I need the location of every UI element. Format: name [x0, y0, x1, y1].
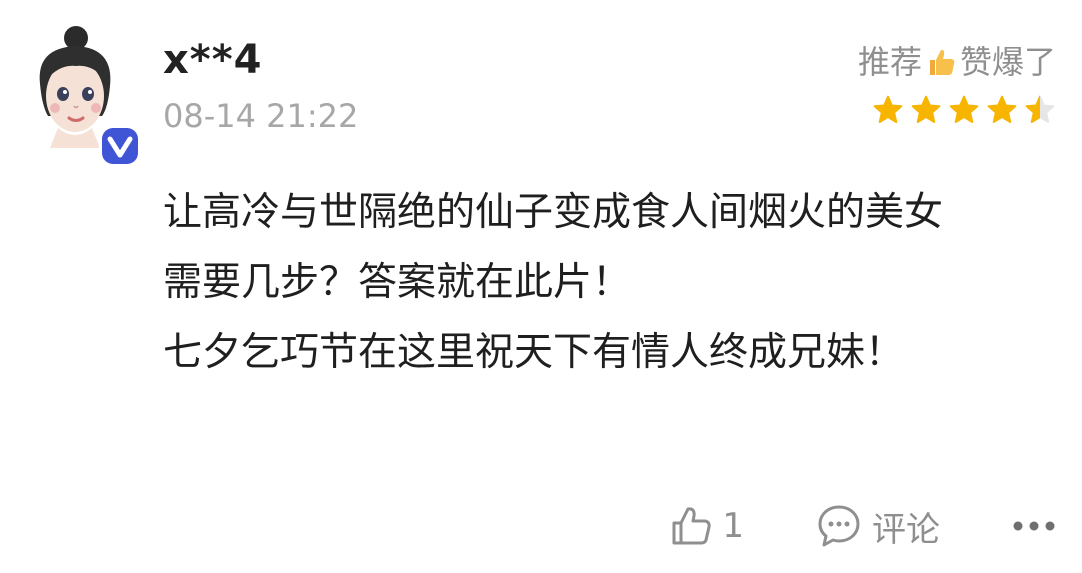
review-line: 七夕乞巧节在这里祝天下有情人终成兄妹！: [163, 330, 905, 375]
star-full-icon: [987, 95, 1017, 123]
more-button[interactable]: [1012, 516, 1056, 536]
star-full-icon: [873, 95, 903, 123]
thumbs-up-emoji-icon: [929, 49, 955, 75]
action-bar: 1 评论: [668, 498, 1056, 554]
review-content[interactable]: 让高冷与世隔绝的仙子变成食人间烟火的美女 需要几步？答案就在此片！ 七夕乞巧节在…: [163, 178, 1053, 388]
avatar[interactable]: [22, 24, 141, 167]
star-full-icon: [949, 95, 979, 123]
comment-label: 评论: [872, 509, 940, 550]
star-full-icon: [911, 95, 941, 123]
recommend-prefix: 推荐: [857, 43, 922, 81]
star-rating: [872, 94, 1056, 126]
star-half-icon: [1025, 95, 1055, 123]
chat-bubble-icon: [818, 505, 860, 547]
like-count: 1: [722, 506, 744, 546]
review-line: 需要几步？答案就在此片！: [163, 260, 632, 305]
recommend-label: 推荐 赞爆了: [858, 40, 1056, 84]
verified-v-badge: [99, 125, 141, 167]
recommend-suffix: 赞爆了: [959, 43, 1056, 81]
review-line: 让高冷与世隔绝的仙子变成食人间烟火的美女: [163, 190, 944, 235]
like-button[interactable]: 1: [668, 503, 744, 549]
review-timestamp: 08-14 21:22: [163, 97, 359, 135]
comment-button[interactable]: 评论: [816, 502, 940, 551]
username[interactable]: x**4: [163, 32, 262, 88]
thumbs-up-outline-icon: [672, 507, 712, 545]
more-dots-icon: [1013, 521, 1055, 531]
